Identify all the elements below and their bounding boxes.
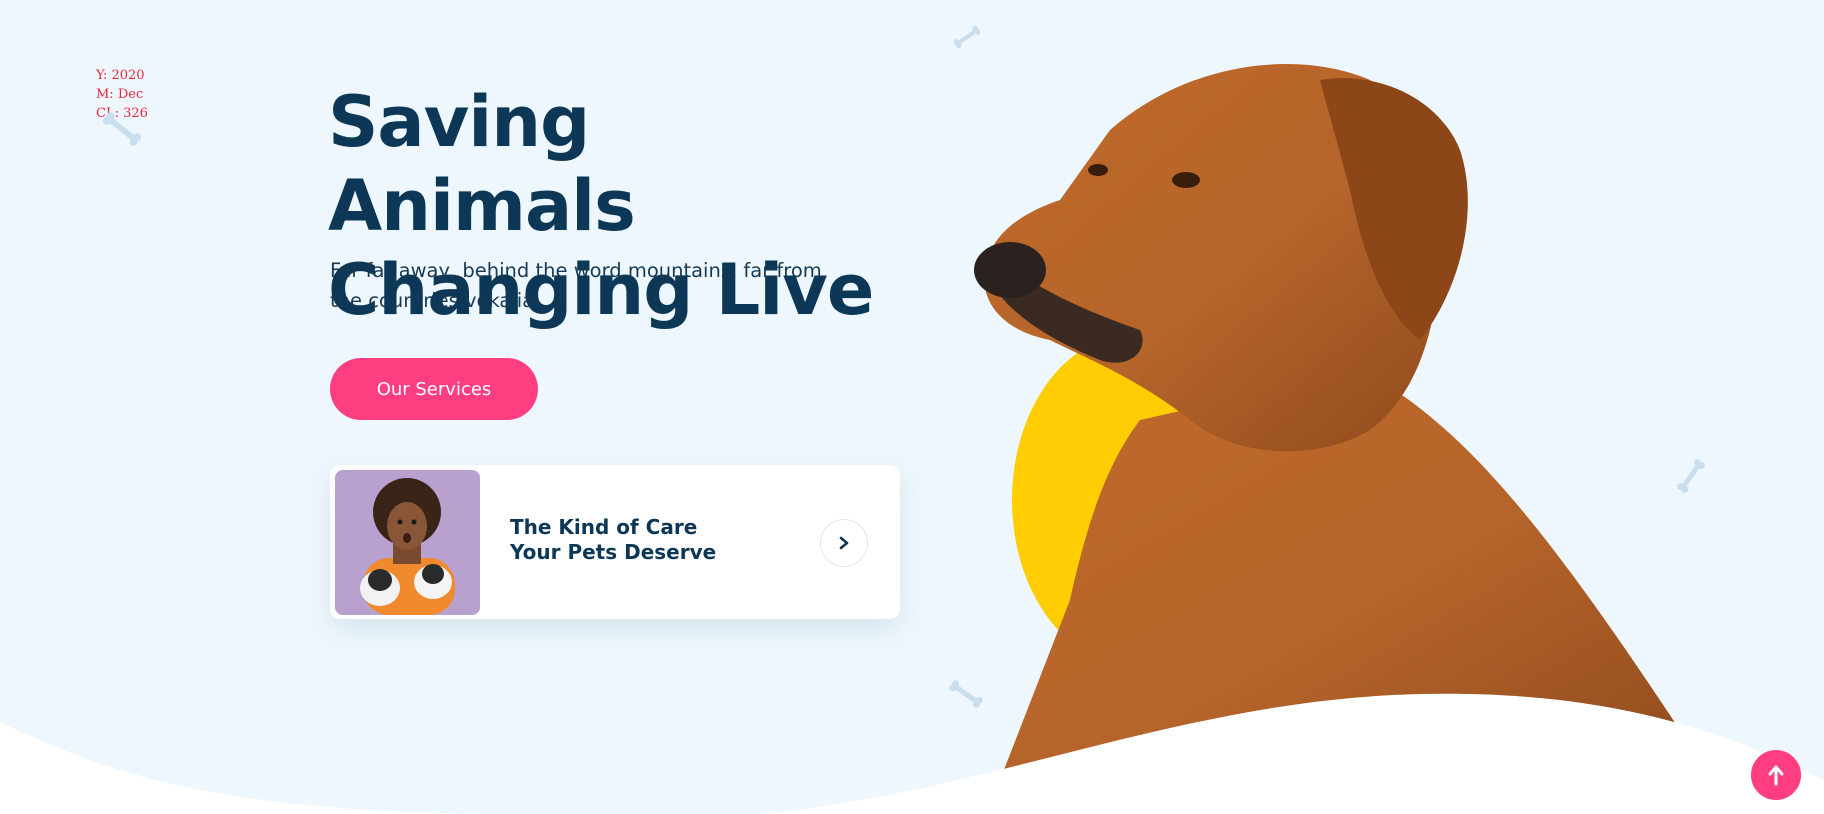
hero-subtitle: Far far away, behind the word mountains,…: [330, 259, 822, 312]
arrow-up-icon: [1768, 765, 1784, 786]
chevron-right-icon: [839, 536, 849, 550]
scroll-to-top-button[interactable]: [1751, 750, 1801, 800]
our-services-button[interactable]: Our Services: [330, 358, 538, 420]
meta-year: Y: 2020: [96, 68, 145, 83]
bottom-wave: [0, 680, 1824, 814]
card-arrow-button[interactable]: [820, 519, 868, 567]
woman-with-puppies-image: [335, 470, 480, 615]
meta-month: M: Dec: [96, 87, 144, 102]
card-title: The Kind of Care Your Pets Deserve: [510, 515, 717, 564]
hero-title-line1: Saving Animals: [328, 81, 636, 247]
care-card[interactable]: The Kind of Care Your Pets Deserve: [330, 465, 900, 619]
